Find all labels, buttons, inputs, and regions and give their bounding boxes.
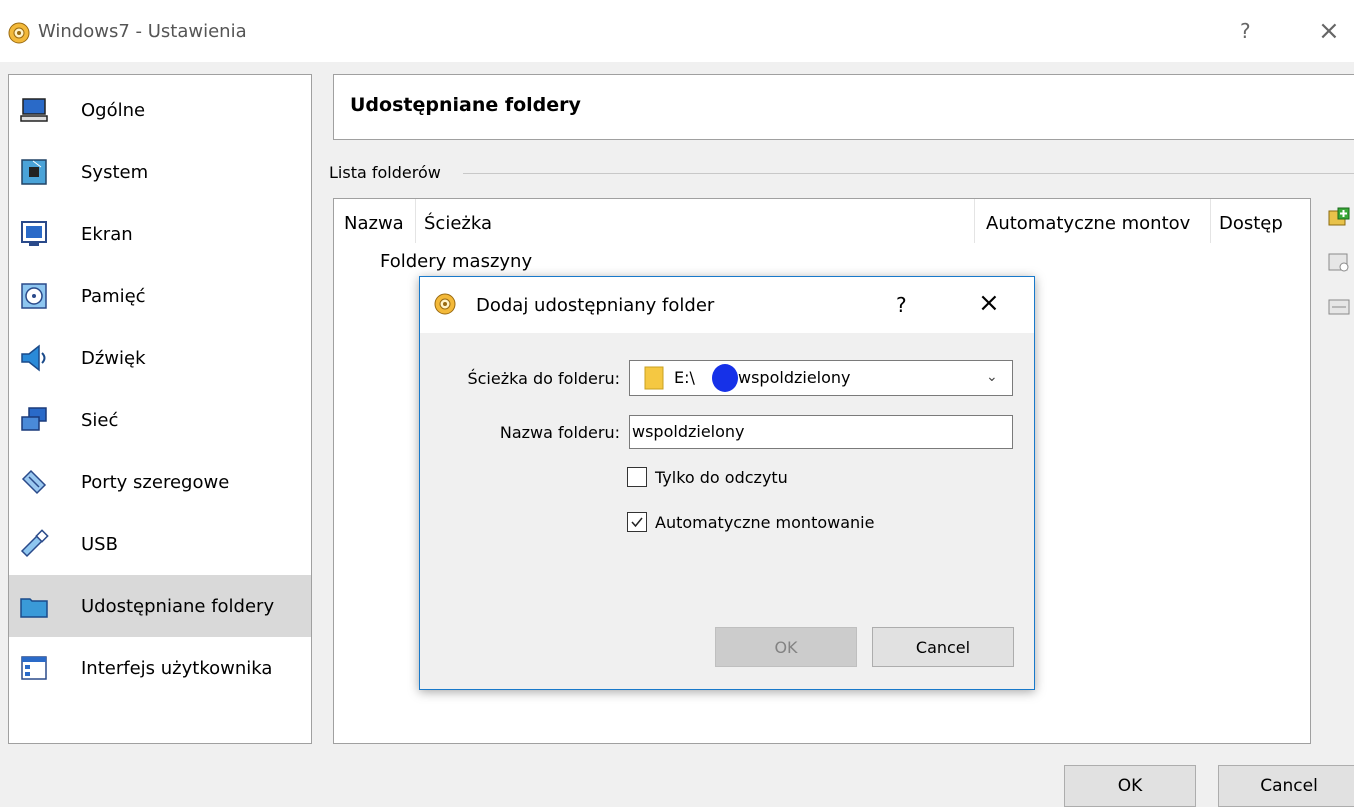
column-header-name[interactable]: Nazwa: [344, 213, 404, 239]
page-header: Udostępniane foldery: [333, 74, 1354, 140]
dialog-help-button[interactable]: ?: [896, 293, 907, 317]
add-folder-icon[interactable]: [1327, 206, 1351, 230]
tree-item-machine-folders[interactable]: Foldery maszyny: [380, 251, 532, 272]
display-icon: [19, 219, 49, 249]
window-titlebar: Windows7 - Ustawienia ? ×: [0, 0, 1354, 62]
sidebar-item-label: Sieć: [81, 409, 119, 431]
column-divider: [1210, 199, 1211, 243]
user-interface-icon: [19, 653, 49, 683]
remove-folder-icon[interactable]: [1327, 294, 1351, 318]
sidebar-item-label: USB: [81, 533, 118, 555]
virtualbox-icon: [434, 293, 456, 315]
readonly-option[interactable]: Tylko do odczytu: [627, 467, 788, 487]
chevron-down-icon[interactable]: ⌄: [986, 369, 998, 385]
sidebar-item-label: Ogólne: [81, 99, 146, 121]
dialog-cancel-button[interactable]: Cancel: [872, 627, 1014, 667]
page-title: Udostępniane foldery: [350, 94, 581, 116]
column-divider: [974, 199, 975, 243]
folder-name-input[interactable]: wspoldzielony: [629, 415, 1013, 449]
automount-label: Automatyczne montowanie: [655, 512, 875, 532]
group-divider: [463, 173, 1354, 174]
automount-option[interactable]: Automatyczne montowanie: [627, 512, 874, 532]
monitor-icon: [19, 95, 49, 125]
speaker-icon: [19, 343, 49, 373]
virtualbox-icon: [8, 22, 30, 44]
dialog-titlebar: Dodaj udostępniany folder ? ×: [420, 277, 1034, 333]
column-header-access[interactable]: Dostęp: [1219, 213, 1283, 239]
folder-path-prefix: E:\: [674, 368, 695, 387]
dialog-title: Dodaj udostępniany folder: [476, 295, 715, 316]
sidebar-item-label: Porty szeregowe: [81, 471, 230, 493]
folder-list-label: Lista folderów: [329, 163, 451, 182]
sidebar-item-general[interactable]: Ogólne: [9, 79, 311, 141]
checkmark-icon: [631, 517, 643, 528]
sidebar-item-network[interactable]: Sieć: [9, 389, 311, 451]
usb-icon: [19, 529, 49, 559]
sidebar-item-label: System: [81, 161, 149, 183]
folder-path-combobox[interactable]: E:\ wspoldzielony ⌄: [629, 360, 1013, 396]
dialog-close-button[interactable]: ×: [978, 288, 1000, 318]
automount-checkbox[interactable]: [627, 512, 647, 532]
settings-sidebar: Ogólne System Ekran Pamięć Dźwięk Sieć P…: [8, 74, 312, 744]
readonly-checkbox[interactable]: [627, 467, 647, 487]
redaction-mark: [712, 364, 738, 392]
folder-path-label: Ścieżka do folderu:: [467, 369, 620, 388]
network-icon: [19, 405, 49, 435]
dialog-ok-button[interactable]: OK: [715, 627, 857, 667]
column-divider: [415, 199, 416, 243]
sidebar-item-shared-folders[interactable]: Udostępniane foldery: [9, 575, 311, 637]
sidebar-item-serial-ports[interactable]: Porty szeregowe: [9, 451, 311, 513]
sidebar-item-storage[interactable]: Pamięć: [9, 265, 311, 327]
folder-icon: [19, 591, 49, 621]
folder-icon: [644, 366, 664, 390]
sidebar-item-label: Udostępniane foldery: [81, 595, 275, 617]
readonly-label: Tylko do odczytu: [655, 467, 788, 487]
sidebar-item-usb[interactable]: USB: [9, 513, 311, 575]
column-header-path[interactable]: Ścieżka: [424, 213, 492, 239]
folder-name-label: Nazwa folderu:: [499, 423, 620, 442]
window-title: Windows7 - Ustawienia: [38, 21, 247, 42]
column-header-automount[interactable]: Automatyczne montov: [986, 213, 1208, 239]
cancel-button[interactable]: Cancel: [1218, 765, 1354, 807]
sidebar-item-label: Interfejs użytkownika: [81, 657, 273, 679]
disk-icon: [19, 281, 49, 311]
sidebar-item-audio[interactable]: Dźwięk: [9, 327, 311, 389]
ok-button[interactable]: OK: [1064, 765, 1196, 807]
sidebar-item-label: Dźwięk: [81, 347, 146, 369]
serial-port-icon: [19, 467, 49, 497]
sidebar-item-user-interface[interactable]: Interfejs użytkownika: [9, 637, 311, 699]
add-shared-folder-dialog: Dodaj udostępniany folder ? × Ścieżka do…: [419, 276, 1035, 690]
help-button[interactable]: ?: [1240, 19, 1251, 43]
sidebar-item-system[interactable]: System: [9, 141, 311, 203]
sidebar-item-label: Ekran: [81, 223, 133, 245]
edit-folder-icon[interactable]: [1327, 250, 1351, 274]
chip-icon: [19, 157, 49, 187]
close-button[interactable]: ×: [1318, 16, 1340, 46]
folder-path-suffix: wspoldzielony: [738, 368, 851, 387]
sidebar-item-display[interactable]: Ekran: [9, 203, 311, 265]
sidebar-item-label: Pamięć: [81, 285, 146, 307]
